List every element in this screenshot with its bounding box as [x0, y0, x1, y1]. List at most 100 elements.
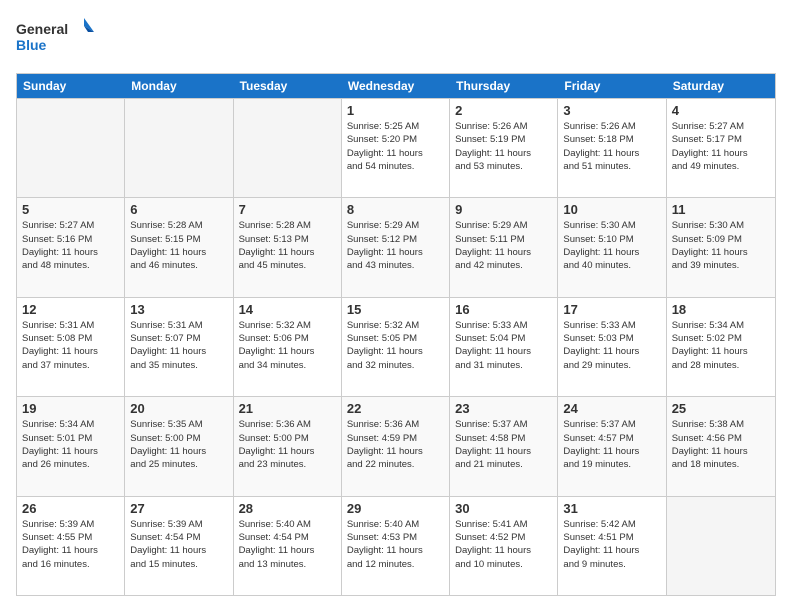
- day-info: Sunrise: 5:30 AM Sunset: 5:10 PM Dayligh…: [563, 219, 660, 272]
- day-info: Sunrise: 5:28 AM Sunset: 5:15 PM Dayligh…: [130, 219, 227, 272]
- day-number: 24: [563, 401, 660, 416]
- day-cell-2: 2 Sunrise: 5:26 AM Sunset: 5:19 PM Daylig…: [450, 99, 558, 197]
- day-info: Sunrise: 5:29 AM Sunset: 5:11 PM Dayligh…: [455, 219, 552, 272]
- day-number: 27: [130, 501, 227, 516]
- day-number: 28: [239, 501, 336, 516]
- day-number: 11: [672, 202, 770, 217]
- day-number: 25: [672, 401, 770, 416]
- day-cell-1: 1 Sunrise: 5:25 AM Sunset: 5:20 PM Daylig…: [342, 99, 450, 197]
- day-cell-8: 8 Sunrise: 5:29 AM Sunset: 5:12 PM Daylig…: [342, 198, 450, 296]
- day-number: 18: [672, 302, 770, 317]
- day-info: Sunrise: 5:31 AM Sunset: 5:08 PM Dayligh…: [22, 319, 119, 372]
- day-number: 6: [130, 202, 227, 217]
- day-number: 17: [563, 302, 660, 317]
- day-cell-24: 24 Sunrise: 5:37 AM Sunset: 4:57 PM Dayli…: [558, 397, 666, 495]
- calendar-header: SundayMondayTuesdayWednesdayThursdayFrid…: [17, 74, 775, 98]
- calendar-row-4: 19 Sunrise: 5:34 AM Sunset: 5:01 PM Dayli…: [17, 396, 775, 495]
- day-cell-17: 17 Sunrise: 5:33 AM Sunset: 5:03 PM Dayli…: [558, 298, 666, 396]
- day-cell-23: 23Sunrise: 5:37 AM Sunset: 4:58 PM Dayli…: [450, 397, 558, 495]
- empty-cell: [667, 497, 775, 595]
- day-cell-18: 18Sunrise: 5:34 AM Sunset: 5:02 PM Dayli…: [667, 298, 775, 396]
- day-info: Sunrise: 5:26 AM Sunset: 5:19 PM Dayligh…: [455, 120, 552, 173]
- empty-cell: [125, 99, 233, 197]
- day-number: 4: [672, 103, 770, 118]
- weekday-header-tuesday: Tuesday: [234, 74, 342, 98]
- day-cell-29: 29Sunrise: 5:40 AM Sunset: 4:53 PM Dayli…: [342, 497, 450, 595]
- day-info: Sunrise: 5:39 AM Sunset: 4:55 PM Dayligh…: [22, 518, 119, 571]
- day-cell-6: 6 Sunrise: 5:28 AM Sunset: 5:15 PM Daylig…: [125, 198, 233, 296]
- day-cell-16: 16 Sunrise: 5:33 AM Sunset: 5:04 PM Dayli…: [450, 298, 558, 396]
- day-number: 30: [455, 501, 552, 516]
- day-cell-30: 30 Sunrise: 5:41 AM Sunset: 4:52 PM Dayli…: [450, 497, 558, 595]
- day-number: 29: [347, 501, 444, 516]
- day-info: Sunrise: 5:25 AM Sunset: 5:20 PM Dayligh…: [347, 120, 444, 173]
- day-info: Sunrise: 5:41 AM Sunset: 4:52 PM Dayligh…: [455, 518, 552, 571]
- day-number: 10: [563, 202, 660, 217]
- day-number: 15: [347, 302, 444, 317]
- calendar-body: 1 Sunrise: 5:25 AM Sunset: 5:20 PM Daylig…: [17, 98, 775, 595]
- day-info: Sunrise: 5:31 AM Sunset: 5:07 PM Dayligh…: [130, 319, 227, 372]
- day-info: Sunrise: 5:35 AM Sunset: 5:00 PM Dayligh…: [130, 418, 227, 471]
- day-number: 26: [22, 501, 119, 516]
- day-number: 13: [130, 302, 227, 317]
- calendar-row-5: 26 Sunrise: 5:39 AM Sunset: 4:55 PM Dayli…: [17, 496, 775, 595]
- day-info: Sunrise: 5:27 AM Sunset: 5:16 PM Dayligh…: [22, 219, 119, 272]
- day-cell-13: 13 Sunrise: 5:31 AM Sunset: 5:07 PM Dayli…: [125, 298, 233, 396]
- day-info: Sunrise: 5:30 AM Sunset: 5:09 PM Dayligh…: [672, 219, 770, 272]
- day-number: 7: [239, 202, 336, 217]
- svg-text:General: General: [16, 21, 68, 37]
- day-number: 19: [22, 401, 119, 416]
- day-info: Sunrise: 5:39 AM Sunset: 4:54 PM Dayligh…: [130, 518, 227, 571]
- day-number: 16: [455, 302, 552, 317]
- empty-cell: [17, 99, 125, 197]
- day-number: 9: [455, 202, 552, 217]
- day-info: Sunrise: 5:26 AM Sunset: 5:18 PM Dayligh…: [563, 120, 660, 173]
- day-number: 31: [563, 501, 660, 516]
- day-number: 8: [347, 202, 444, 217]
- day-info: Sunrise: 5:33 AM Sunset: 5:03 PM Dayligh…: [563, 319, 660, 372]
- day-number: 20: [130, 401, 227, 416]
- day-number: 21: [239, 401, 336, 416]
- day-cell-25: 25 Sunrise: 5:38 AM Sunset: 4:56 PM Dayli…: [667, 397, 775, 495]
- day-cell-28: 28Sunrise: 5:40 AM Sunset: 4:54 PM Dayli…: [234, 497, 342, 595]
- day-cell-4: 4 Sunrise: 5:27 AM Sunset: 5:17 PM Daylig…: [667, 99, 775, 197]
- day-cell-14: 14Sunrise: 5:32 AM Sunset: 5:06 PM Dayli…: [234, 298, 342, 396]
- day-cell-19: 19 Sunrise: 5:34 AM Sunset: 5:01 PM Dayli…: [17, 397, 125, 495]
- day-number: 5: [22, 202, 119, 217]
- day-cell-27: 27 Sunrise: 5:39 AM Sunset: 4:54 PM Dayli…: [125, 497, 233, 595]
- day-cell-3: 3 Sunrise: 5:26 AM Sunset: 5:18 PM Daylig…: [558, 99, 666, 197]
- day-number: 2: [455, 103, 552, 118]
- weekday-header-thursday: Thursday: [450, 74, 558, 98]
- day-info: Sunrise: 5:32 AM Sunset: 5:06 PM Dayligh…: [239, 319, 336, 372]
- day-info: Sunrise: 5:37 AM Sunset: 4:57 PM Dayligh…: [563, 418, 660, 471]
- calendar-row-2: 5 Sunrise: 5:27 AM Sunset: 5:16 PM Daylig…: [17, 197, 775, 296]
- header: General Blue: [16, 16, 776, 61]
- weekday-header-monday: Monday: [125, 74, 233, 98]
- day-number: 3: [563, 103, 660, 118]
- weekday-header-sunday: Sunday: [17, 74, 125, 98]
- day-info: Sunrise: 5:33 AM Sunset: 5:04 PM Dayligh…: [455, 319, 552, 372]
- svg-text:Blue: Blue: [16, 37, 47, 53]
- day-cell-10: 10 Sunrise: 5:30 AM Sunset: 5:10 PM Dayli…: [558, 198, 666, 296]
- day-cell-12: 12 Sunrise: 5:31 AM Sunset: 5:08 PM Dayli…: [17, 298, 125, 396]
- day-info: Sunrise: 5:27 AM Sunset: 5:17 PM Dayligh…: [672, 120, 770, 173]
- day-info: Sunrise: 5:38 AM Sunset: 4:56 PM Dayligh…: [672, 418, 770, 471]
- day-cell-31: 31Sunrise: 5:42 AM Sunset: 4:51 PM Dayli…: [558, 497, 666, 595]
- day-number: 12: [22, 302, 119, 317]
- day-info: Sunrise: 5:32 AM Sunset: 5:05 PM Dayligh…: [347, 319, 444, 372]
- day-info: Sunrise: 5:34 AM Sunset: 5:01 PM Dayligh…: [22, 418, 119, 471]
- day-info: Sunrise: 5:29 AM Sunset: 5:12 PM Dayligh…: [347, 219, 444, 272]
- day-info: Sunrise: 5:36 AM Sunset: 4:59 PM Dayligh…: [347, 418, 444, 471]
- empty-cell: [234, 99, 342, 197]
- day-info: Sunrise: 5:28 AM Sunset: 5:13 PM Dayligh…: [239, 219, 336, 272]
- weekday-header-wednesday: Wednesday: [342, 74, 450, 98]
- day-number: 22: [347, 401, 444, 416]
- day-cell-26: 26 Sunrise: 5:39 AM Sunset: 4:55 PM Dayli…: [17, 497, 125, 595]
- day-number: 1: [347, 103, 444, 118]
- day-cell-9: 9 Sunrise: 5:29 AM Sunset: 5:11 PM Daylig…: [450, 198, 558, 296]
- logo-svg: General Blue: [16, 16, 96, 61]
- page: General Blue SundayMondayTuesdayWednesda…: [0, 0, 792, 612]
- logo: General Blue: [16, 16, 96, 61]
- day-cell-5: 5 Sunrise: 5:27 AM Sunset: 5:16 PM Daylig…: [17, 198, 125, 296]
- calendar-row-3: 12 Sunrise: 5:31 AM Sunset: 5:08 PM Dayli…: [17, 297, 775, 396]
